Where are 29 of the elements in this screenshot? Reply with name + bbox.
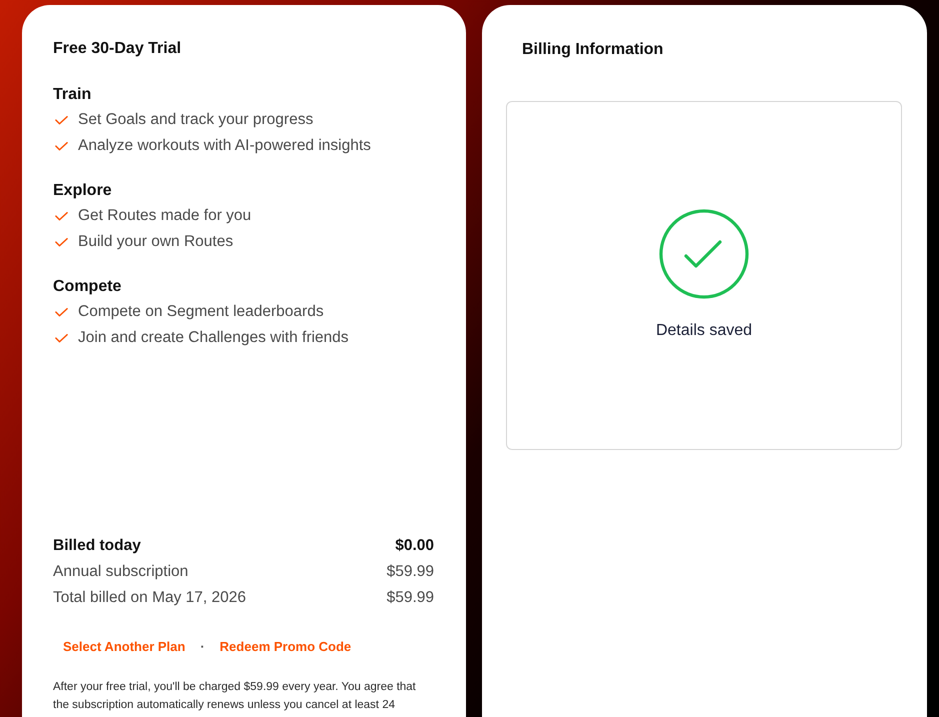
- billing-amount: $59.99: [386, 562, 434, 582]
- billing-amount: $59.99: [386, 588, 434, 608]
- billing-label: Billed today: [53, 536, 141, 556]
- check-icon: [55, 308, 68, 316]
- section-heading: Explore: [53, 181, 113, 201]
- section-heading: Compete: [53, 277, 122, 297]
- billing-amount: $0.00: [395, 536, 434, 556]
- section-heading: Train: [53, 85, 92, 105]
- card-title: Free 30-Day Trial: [53, 39, 182, 59]
- card-title: Billing Information: [521, 40, 664, 60]
- feature-text: Get Routes made for you: [78, 206, 252, 226]
- separator-text: ·: [199, 638, 206, 656]
- status-message: Details saved: [656, 320, 752, 340]
- feature-text: Build your own Routes: [78, 232, 234, 252]
- plan-link[interactable]: Select Another Plan: [63, 637, 186, 657]
- feature-text: Analyze workouts with AI-powered insights: [78, 136, 371, 156]
- check-icon: [55, 238, 68, 246]
- feature-text: Compete on Segment leaderboards: [78, 302, 324, 322]
- check-icon: [55, 116, 68, 124]
- feature-text: Join and create Challenges with friends: [78, 328, 349, 348]
- plan-link[interactable]: Redeem Promo Code: [220, 637, 352, 657]
- billing-label: Annual subscription: [53, 562, 188, 582]
- success-check-icon: [659, 208, 749, 298]
- check-icon: [55, 142, 68, 150]
- billing-label: Total billed on May 17, 2026: [53, 588, 246, 608]
- check-icon: [55, 334, 68, 342]
- feature-text: Set Goals and track your progress: [78, 110, 314, 130]
- check-icon: [55, 212, 68, 220]
- disclaimer-text: After your free trial, you'll be charged $59.99 every year. You agree that the subscription automatically renews unless you cancel at least 24: [53, 680, 417, 713]
